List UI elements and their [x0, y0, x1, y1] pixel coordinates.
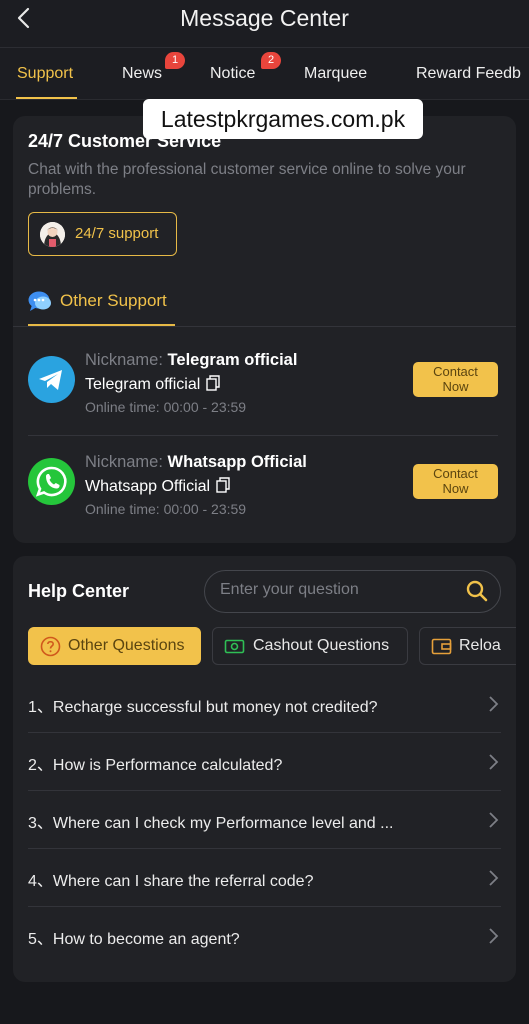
notice-badge: 2 [261, 52, 281, 69]
other-support-label: Other Support [60, 291, 167, 310]
contact-now-button[interactable]: Contact Now [413, 464, 498, 499]
active-tab-indicator [16, 97, 77, 99]
tab-label: Reloa [459, 637, 501, 654]
support-button-label: 24/7 support [75, 225, 159, 242]
faq-item[interactable]: 4、Where can I share the referral code? [28, 849, 501, 907]
contact-telegram: Nickname: Telegram official Telegram off… [28, 336, 498, 436]
faq-question: 4、Where can I share the referral code? [28, 873, 314, 890]
customer-service-card: 24/7 Customer Service Chat with the prof… [13, 116, 516, 543]
faq-item[interactable]: 2、How is Performance calculated? [28, 733, 501, 791]
tab-label: Cashout Questions [253, 637, 390, 654]
agent-avatar-icon [40, 222, 65, 247]
tab-other-questions[interactable]: Other Questions [28, 627, 201, 665]
faq-question: 3、Where can I check my Performance level… [28, 815, 394, 832]
chevron-right-icon [488, 695, 499, 713]
contact-name: Telegram official [85, 375, 221, 394]
tab-news[interactable]: News [122, 65, 162, 83]
whatsapp-icon [28, 458, 75, 505]
divider [13, 326, 516, 327]
search-icon[interactable] [466, 580, 488, 602]
cash-icon [224, 636, 245, 657]
chevron-right-icon [488, 811, 499, 829]
contact-button-line2: Now [442, 481, 469, 496]
tab-label: Other Questions [68, 637, 185, 654]
faq-item[interactable]: 1、Recharge successful but money not cred… [28, 675, 501, 733]
contact-nickname: Nickname: Telegram official [85, 351, 298, 369]
copy-icon[interactable] [216, 477, 230, 493]
contact-nickname: Nickname: Whatsapp Official [85, 453, 307, 471]
chevron-right-icon [488, 927, 499, 945]
page-title: Message Center [180, 5, 349, 31]
tab-notice[interactable]: Notice [210, 65, 255, 83]
contact-online-time: Online time: 00:00 - 23:59 [85, 501, 247, 517]
message-tabs: Support News 1 Notice 2 Marquee Reward F… [0, 48, 529, 100]
watermark-banner: Latestpkrgames.com.pk [143, 99, 423, 139]
question-category-tabs: Other Questions Cashout Questions Reloa [28, 627, 516, 667]
copy-icon[interactable] [206, 375, 221, 391]
faq-question: 2、How is Performance calculated? [28, 757, 283, 774]
contact-now-button[interactable]: Contact Now [413, 362, 498, 397]
telegram-icon [28, 356, 75, 403]
faq-item[interactable]: 3、Where can I check my Performance level… [28, 791, 501, 849]
wallet-icon [431, 636, 452, 657]
chat-bubble-icon [28, 290, 52, 312]
question-circle-icon [40, 636, 61, 657]
help-center-card: Help Center Enter your question Other Qu… [13, 556, 516, 982]
faq-question: 1、Recharge successful but money not cred… [28, 699, 378, 716]
other-support-tab[interactable]: Other Support [28, 286, 175, 326]
search-placeholder: Enter your question [220, 581, 359, 598]
faq-question: 5、How to become an agent? [28, 931, 240, 948]
tab-cashout-questions[interactable]: Cashout Questions [212, 627, 408, 665]
question-search-input[interactable]: Enter your question [204, 570, 501, 613]
chevron-right-icon [488, 869, 499, 887]
tab-marquee[interactable]: Marquee [304, 65, 367, 83]
contact-online-time: Online time: 00:00 - 23:59 [85, 399, 247, 415]
chevron-right-icon [488, 753, 499, 771]
contact-button-line1: Contact [433, 466, 478, 481]
header-bar: Message Center [0, 0, 529, 48]
contact-button-line1: Contact [433, 364, 478, 379]
customer-service-description: Chat with the professional customer serv… [28, 161, 466, 198]
support-247-button[interactable]: 24/7 support [28, 212, 177, 256]
faq-item[interactable]: 5、How to become an agent? [28, 907, 501, 965]
tab-reload[interactable]: Reloa [419, 627, 516, 665]
contact-name: Whatsapp Official [85, 477, 230, 496]
help-center-title: Help Center [28, 581, 130, 601]
tab-support[interactable]: Support [17, 65, 73, 83]
tab-reward-feedback[interactable]: Reward Feedb [416, 65, 521, 83]
contact-button-line2: Now [442, 379, 469, 394]
contact-whatsapp: Nickname: Whatsapp Official Whatsapp Off… [28, 438, 498, 538]
news-badge: 1 [165, 52, 185, 69]
